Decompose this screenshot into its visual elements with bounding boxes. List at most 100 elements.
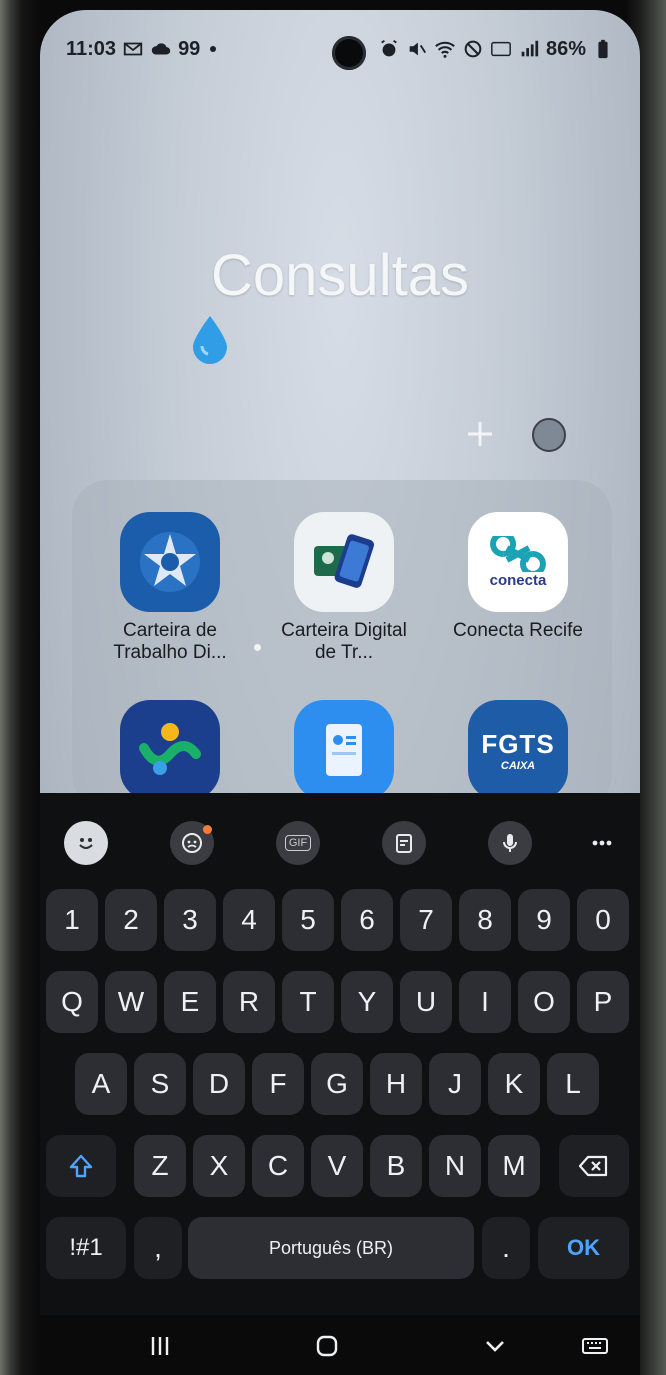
key-i[interactable]: I (459, 971, 511, 1033)
keyboard-icon (582, 1338, 608, 1354)
app-fgts[interactable]: FGTS CAIXA (454, 700, 582, 808)
key-u[interactable]: U (400, 971, 452, 1033)
key-grid: 1 2 3 4 5 6 7 8 9 0 Q W E R T Y U I O P … (46, 889, 634, 1299)
conecta-logo-text: conecta (489, 571, 547, 589)
key-n[interactable]: N (429, 1135, 481, 1197)
fgts-logo-icon: FGTS CAIXA (468, 700, 568, 800)
key-1[interactable]: 1 (46, 889, 98, 951)
gmail-icon (123, 42, 143, 56)
key-6[interactable]: 6 (341, 889, 393, 951)
recent-apps-button[interactable] (135, 1321, 185, 1371)
key-t[interactable]: T (282, 971, 334, 1033)
cloud-icon (151, 43, 171, 55)
emoji-icon (64, 821, 108, 865)
key-7[interactable]: 7 (400, 889, 452, 951)
key-l[interactable]: L (547, 1053, 599, 1115)
more-notifications-dot (210, 46, 217, 52)
app-label: Conecta Recife (453, 620, 583, 641)
folder-color-button[interactable] (526, 404, 572, 466)
clipboard-button[interactable] (378, 817, 430, 869)
home-icon (316, 1335, 338, 1357)
key-a[interactable]: A (75, 1053, 127, 1115)
app-conecta-recife[interactable]: conecta Conecta Recife (453, 512, 583, 642)
voice-input-button[interactable] (484, 817, 536, 869)
conecta-logo-icon: conecta (468, 512, 568, 612)
folder-title[interactable]: Consultas (40, 242, 640, 309)
volte-icon (491, 41, 511, 57)
navigation-bar (40, 1315, 640, 1375)
key-j[interactable]: J (429, 1053, 481, 1115)
key-x[interactable]: X (193, 1135, 245, 1197)
letter-row-1: Q W E R T Y U I O P (46, 971, 634, 1053)
color-swatch-icon (532, 418, 566, 452)
key-k[interactable]: K (488, 1053, 540, 1115)
app-document[interactable] (280, 700, 408, 808)
key-d[interactable]: D (193, 1053, 245, 1115)
microphone-icon (488, 821, 532, 865)
backspace-key[interactable] (559, 1135, 629, 1197)
key-f[interactable]: F (252, 1053, 304, 1115)
plus-icon (468, 422, 492, 446)
key-o[interactable]: O (518, 971, 570, 1033)
signal-icon (521, 40, 539, 57)
period-key[interactable]: . (482, 1217, 530, 1279)
key-q[interactable]: Q (46, 971, 98, 1033)
back-button[interactable] (470, 1321, 520, 1371)
keyboard-switch-button[interactable] (570, 1321, 620, 1371)
do-not-disturb-icon (464, 40, 482, 58)
app-label: Carteira Digital de Tr... (281, 620, 407, 663)
sticker-button[interactable] (166, 817, 218, 869)
key-v[interactable]: V (311, 1135, 363, 1197)
key-b[interactable]: B (370, 1135, 422, 1197)
gif-label: GIF (284, 835, 312, 851)
key-8[interactable]: 8 (459, 889, 511, 951)
key-9[interactable]: 9 (518, 889, 570, 951)
key-0[interactable]: 0 (577, 889, 629, 951)
key-y[interactable]: Y (341, 971, 393, 1033)
key-4[interactable]: 4 (223, 889, 275, 951)
add-app-button[interactable] (460, 404, 500, 464)
comma-key[interactable]: , (134, 1217, 182, 1279)
app-gov-br[interactable] (106, 700, 234, 808)
key-h[interactable]: H (370, 1053, 422, 1115)
gif-icon: GIF (276, 821, 320, 865)
key-r[interactable]: R (223, 971, 275, 1033)
space-bar[interactable]: Português (BR) (188, 1217, 474, 1279)
key-g[interactable]: G (311, 1053, 363, 1115)
clock: 11:03 (66, 37, 117, 60)
app-carteira-digital-de-transito[interactable]: Carteira Digital de Tr... (280, 512, 408, 664)
emoji-button[interactable] (60, 817, 112, 869)
letter-row-3: Z X C V B N M (46, 1135, 634, 1217)
shift-arrow-icon (69, 1154, 93, 1178)
water-drop-icon (193, 316, 227, 364)
key-3[interactable]: 3 (164, 889, 216, 951)
key-w[interactable]: W (105, 971, 157, 1033)
key-e[interactable]: E (164, 971, 216, 1033)
key-s[interactable]: S (134, 1053, 186, 1115)
backspace-icon (578, 1155, 608, 1177)
key-5[interactable]: 5 (282, 889, 334, 951)
recents-icon (151, 1337, 169, 1355)
key-c[interactable]: C (252, 1135, 304, 1197)
ok-key[interactable]: OK (538, 1217, 629, 1279)
bottom-row: !#1 , Português (BR) . OK (46, 1217, 634, 1299)
battery-icon (598, 39, 608, 59)
mute-icon (409, 42, 426, 56)
shift-key[interactable] (46, 1135, 116, 1197)
key-p[interactable]: P (577, 971, 629, 1033)
app-carteira-de-trabalho[interactable]: Carteira de Trabalho Di... (106, 512, 234, 664)
key-2[interactable]: 2 (105, 889, 157, 951)
symbols-key[interactable]: !#1 (46, 1217, 126, 1279)
key-z[interactable]: Z (134, 1135, 186, 1197)
more-dots-icon (592, 840, 612, 846)
home-button[interactable] (302, 1321, 352, 1371)
caixa-logo-text: CAIXA (500, 759, 536, 772)
gif-button[interactable]: GIF (272, 817, 324, 869)
fgts-logo-text: FGTS (481, 728, 555, 759)
number-row: 1 2 3 4 5 6 7 8 9 0 (46, 889, 634, 971)
key-m[interactable]: M (488, 1135, 540, 1197)
front-camera (332, 36, 366, 70)
app-label: Carteira de Trabalho Di... (113, 620, 227, 663)
status-left: 11:03 99 (66, 37, 217, 61)
more-options-button[interactable] (576, 817, 628, 869)
